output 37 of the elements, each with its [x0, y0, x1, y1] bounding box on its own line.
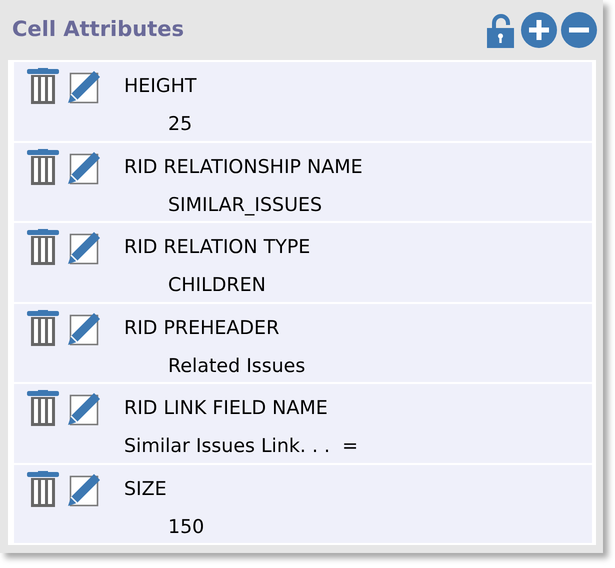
delete-button[interactable] [27, 68, 59, 104]
remove-button[interactable] [561, 12, 597, 48]
edit-icon [67, 390, 103, 426]
delete-button[interactable] [27, 390, 59, 426]
unlock-button[interactable] [486, 12, 517, 48]
attribute-name: RID PREHEADER [124, 316, 280, 340]
edit-button[interactable] [67, 68, 103, 104]
padlock-icon [486, 12, 517, 48]
edit-icon [67, 68, 103, 104]
delete-button[interactable] [27, 310, 59, 346]
minus-icon [561, 12, 597, 48]
trash-icon [27, 470, 59, 506]
attribute-name: RID LINK FIELD NAME [124, 396, 329, 420]
attribute-value: Related Issues [168, 354, 306, 378]
delete-button[interactable] [27, 229, 59, 265]
attribute-name: SIZE [124, 476, 168, 500]
plus-icon [521, 12, 557, 48]
attribute-value: Similar Issues Link. . . = [124, 434, 358, 458]
attribute-name: RID RELATION TYPE [124, 235, 310, 259]
attribute-value: 25 [168, 112, 194, 136]
trash-icon [27, 310, 59, 346]
attribute-value: CHILDREN [168, 273, 267, 297]
panel-title: Cell Attributes [12, 16, 184, 44]
edit-button[interactable] [67, 390, 103, 426]
delete-button[interactable] [27, 148, 59, 184]
attribute-value: 150 [168, 514, 204, 538]
trash-icon [27, 68, 59, 104]
attribute-name: HEIGHT [124, 74, 197, 98]
attribute-value: SIMILAR_ISSUES [168, 192, 324, 216]
attribute-name: RID RELATIONSHIP NAME [124, 154, 363, 178]
edit-icon [67, 229, 103, 265]
trash-icon [27, 229, 59, 265]
delete-button[interactable] [27, 470, 59, 506]
edit-button[interactable] [67, 229, 103, 265]
add-button[interactable] [521, 12, 557, 48]
trash-icon [27, 148, 59, 184]
trash-icon [27, 390, 59, 426]
